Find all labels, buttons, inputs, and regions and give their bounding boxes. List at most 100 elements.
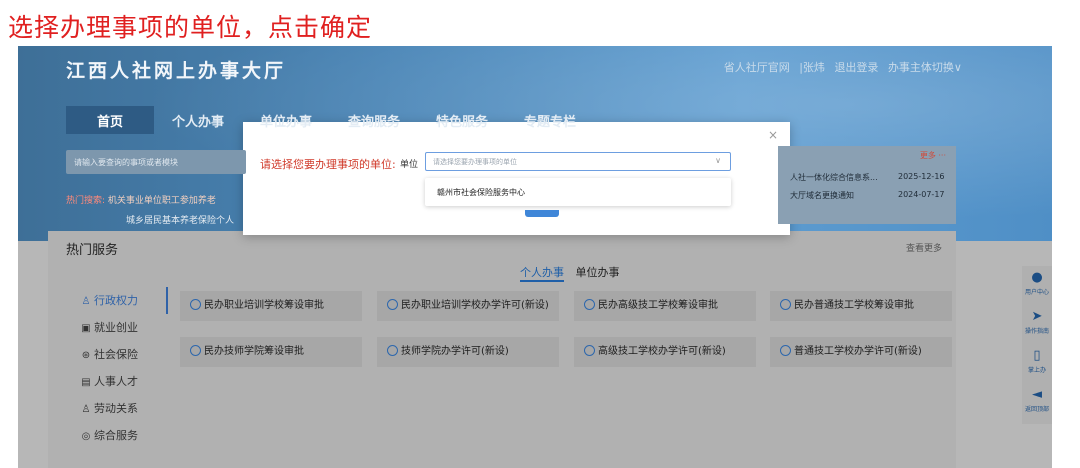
unit-select-placeholder: 请选择您要办理事项的单位 (433, 158, 517, 166)
top-links: 省人社厅官网 |张炜 退出登录 办事主体切换∨ (718, 59, 962, 75)
user-icon: ● (1031, 270, 1043, 285)
service-icon (190, 299, 201, 310)
user-name: |张炜 (799, 61, 825, 74)
notice-panel: 更多 ··· 人社一体化综合信息系... 2025-12-16 大厅域名更换通知… (778, 146, 956, 224)
close-icon[interactable]: × (768, 128, 778, 142)
notice-item[interactable]: 人社一体化综合信息系... 2025-12-16 (790, 172, 945, 183)
notice-item[interactable]: 大厅域名更换通知 2024-07-17 (790, 190, 945, 201)
guide-button[interactable]: ➤ 操作指南 (1022, 305, 1052, 344)
service-card[interactable]: 民办高级技工学校筹设审批 (574, 291, 756, 321)
category-label: 人事人才 (94, 375, 138, 388)
hot-search: 热门搜索: 机关事业单位职工参加养老 (66, 193, 216, 206)
notice-title: 大厅域名更换通知 (790, 191, 854, 200)
service-icon (584, 345, 595, 356)
link-switch-entity[interactable]: 办事主体切换∨ (888, 61, 962, 74)
service-card-label: 民办职业培训学校办学许可(新设) (401, 300, 549, 311)
category-label: 劳动关系 (94, 402, 138, 415)
site-logo: 江西人社网上办事大厅 (66, 60, 287, 82)
float-label: 返回顶部 (1024, 406, 1049, 413)
category-admin-power[interactable]: ♙ 行政权力 (68, 287, 168, 314)
service-card-label: 高级技工学校办学许可(新设) (598, 346, 726, 357)
search-placeholder: 请输入要查询的事项或者模块 (74, 158, 178, 167)
nav-personal[interactable]: 个人办事 (154, 106, 242, 134)
phone-icon: ▯ (1033, 348, 1041, 363)
service-card[interactable]: 民办职业培训学校办学许可(新设) (377, 291, 559, 321)
unit-label: 单位 (400, 160, 419, 170)
service-icon (780, 299, 791, 310)
category-label: 社会保险 (94, 348, 138, 361)
service-card[interactable]: 民办职业培训学校筹设审批 (180, 291, 362, 321)
hot-search-item[interactable]: 机关事业单位职工参加养老 (108, 196, 216, 206)
float-label: 掌上办 (1027, 367, 1046, 374)
chevron-down-icon: ∨ (715, 156, 721, 165)
confirm-button[interactable] (525, 210, 559, 217)
service-tabs: 个人办事 单位办事 (520, 264, 620, 282)
notice-more-link[interactable]: 更多 ··· (920, 150, 946, 161)
user-center-button[interactable]: ● 用户中心 (1022, 266, 1052, 305)
float-label: 操作指南 (1024, 328, 1049, 335)
service-icon (780, 345, 791, 356)
notice-title: 人社一体化综合信息系... (790, 173, 878, 182)
people-icon: ♙ (81, 404, 91, 415)
unit-dropdown: 赣州市社会保险服务中心 (425, 178, 731, 206)
headset-icon: ◎ (81, 431, 91, 442)
service-card[interactable]: 技师学院办学许可(新设) (377, 337, 559, 367)
nav-home[interactable]: 首页 (66, 106, 154, 134)
service-card[interactable]: 普通技工学校办学许可(新设) (770, 337, 952, 367)
unit-option[interactable]: 赣州市社会保险服务中心 (437, 187, 525, 198)
service-card-label: 技师学院办学许可(新设) (401, 346, 509, 357)
unit-select[interactable]: 请选择您要办理事项的单位 ∨ (425, 152, 731, 171)
briefcase-icon: ▣ (81, 323, 91, 334)
service-icon (190, 345, 201, 356)
hot-services-title: 热门服务 (66, 243, 119, 258)
category-label: 综合服务 (94, 429, 138, 442)
nav-featured[interactable]: 特色服务 (418, 106, 506, 134)
hot-search-item[interactable]: 城乡居民基本养老保险个人 (126, 213, 234, 226)
view-more-link[interactable]: 查看更多 (906, 241, 942, 254)
person-icon: ♙ (81, 296, 91, 307)
website-screen: 江西人社网上办事大厅 省人社厅官网 |张炜 退出登录 办事主体切换∨ 首页 个人… (18, 46, 1052, 468)
nav-unit[interactable]: 单位办事 (242, 106, 330, 134)
nav-topics[interactable]: 专题专栏 (506, 106, 594, 134)
tab-personal[interactable]: 个人办事 (520, 266, 564, 282)
category-label: 就业创业 (94, 321, 138, 334)
link-official-site[interactable]: 省人社厅官网 (724, 61, 790, 74)
category-general[interactable]: ◎ 综合服务 (68, 422, 168, 449)
hot-services-panel: 热门服务 查看更多 个人办事 单位办事 ♙ 行政权力 ▣ 就业创业 ⊛ 社会保险 ▤ 人… (48, 231, 956, 468)
category-social-insurance[interactable]: ⊛ 社会保险 (68, 341, 168, 368)
shield-icon: ⊛ (81, 350, 91, 361)
service-card-label: 民办高级技工学校筹设审批 (598, 300, 718, 311)
notice-date: 2025-12-16 (898, 172, 945, 181)
nav-query[interactable]: 查询服务 (330, 106, 418, 134)
instruction-caption: 选择办理事项的单位，点击确定 (8, 13, 373, 42)
search-input[interactable]: 请输入要查询的事项或者模块 (66, 150, 246, 174)
main-nav: 首页 个人办事 单位办事 查询服务 特色服务 专题专栏 (66, 106, 594, 134)
service-card-label: 民办职业培训学校筹设审批 (204, 300, 324, 311)
service-card-label: 民办普通技工学校筹设审批 (794, 300, 914, 311)
unit-select-dialog: × 请选择您要办理事项的单位: 单位 请选择您要办理事项的单位 ∨ 赣州市社会保… (243, 122, 790, 235)
service-card[interactable]: 高级技工学校办学许可(新设) (574, 337, 756, 367)
category-label: 行政权力 (94, 294, 138, 307)
service-card-label: 民办技师学院筹设审批 (204, 346, 304, 357)
send-icon: ➤ (1031, 309, 1043, 324)
float-label: 用户中心 (1024, 289, 1049, 296)
hot-search-label: 热门搜索: (66, 196, 106, 206)
back-to-top-button[interactable]: ◄ 返回顶部 (1022, 383, 1052, 422)
service-icon (584, 299, 595, 310)
service-icon (387, 345, 398, 356)
mobile-button[interactable]: ▯ 掌上办 (1022, 344, 1052, 383)
category-labor-relations[interactable]: ♙ 劳动关系 (68, 395, 168, 422)
tab-unit[interactable]: 单位办事 (576, 266, 620, 279)
back-arrow-icon: ◄ (1032, 387, 1042, 402)
service-card[interactable]: 民办普通技工学校筹设审批 (770, 291, 952, 321)
service-icon (387, 299, 398, 310)
notice-date: 2024-07-17 (898, 190, 945, 199)
dialog-prompt: 请选择您要办理事项的单位: (260, 158, 396, 171)
category-personnel[interactable]: ▤ 人事人才 (68, 368, 168, 395)
id-card-icon: ▤ (81, 377, 91, 388)
service-card-label: 普通技工学校办学许可(新设) (794, 346, 922, 357)
service-card[interactable]: 民办技师学院筹设审批 (180, 337, 362, 367)
link-logout[interactable]: 退出登录 (834, 61, 878, 74)
category-employment[interactable]: ▣ 就业创业 (68, 314, 168, 341)
floating-toolbar: ● 用户中心 ➤ 操作指南 ▯ 掌上办 ◄ 返回顶部 (1022, 266, 1052, 424)
